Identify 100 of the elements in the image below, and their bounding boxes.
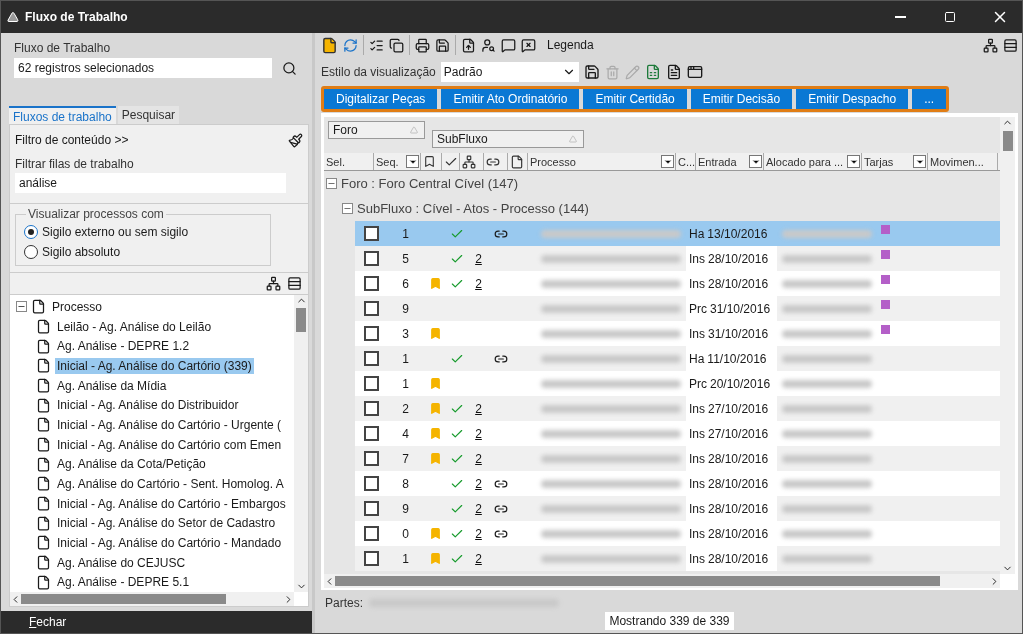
checkbox[interactable] [363,376,379,391]
content-filter-toggle[interactable]: Filtro de conteúdo >> [15,133,129,147]
window-icon[interactable] [686,64,703,80]
checkbox[interactable] [363,301,379,316]
count-link[interactable]: 2 [475,426,482,441]
refresh-icon[interactable] [343,37,358,53]
group-by-chip[interactable]: Foro [328,121,425,139]
column-header[interactable] [460,153,484,170]
scrollbar-thumb[interactable] [1002,131,1013,151]
tab[interactable]: Fluxos de trabalho [9,106,116,124]
column-header[interactable]: Movimen... [928,153,998,170]
hierarchy-icon[interactable] [983,37,998,53]
checkbox[interactable] [363,226,379,241]
horizontal-scrollbar[interactable] [10,592,294,606]
tree-item[interactable]: Inicial - Ag. Análise do Cartório - Mandado [55,534,284,551]
table-row[interactable]: 1 Prc 20/10/2016 [355,371,1000,396]
table-row[interactable]: 9 Prc 31/10/2016 [355,296,1000,321]
action-button[interactable]: Emitir Despacho [796,89,909,109]
checkbox[interactable] [363,476,379,491]
tree-item[interactable]: Inicial - Ag. Análise do Cartório com Emen [55,436,284,453]
expand-toggle[interactable] [342,203,353,214]
action-button[interactable]: ... [912,89,947,109]
scrollbar-thumb[interactable] [335,576,940,586]
filter-dropdown[interactable] [406,155,419,168]
tree-item[interactable]: Ag. Análise da Cota/Petição [55,456,208,473]
tab[interactable]: Pesquisar [117,106,180,124]
tree-item[interactable]: Inicial - Ag. Análise do Cartório (339) [55,357,254,374]
checkbox[interactable] [363,401,379,416]
checkbox[interactable] [363,251,379,266]
checkbox[interactable] [363,426,379,441]
action-button[interactable]: Emitir Certidão [583,89,687,109]
radio-button[interactable] [24,245,38,259]
tree-item[interactable]: Ag. Análise - DEPRE 1.2 [55,338,192,355]
column-header[interactable]: Sel. [324,153,374,170]
checkbox[interactable] [363,351,379,366]
collapse-icon[interactable] [1003,37,1018,53]
filter-dropdown[interactable] [749,155,762,168]
horizontal-scrollbar[interactable] [324,574,1000,588]
close-button[interactable]: Fechar [29,615,67,629]
folder-icon[interactable] [321,36,338,54]
column-header[interactable]: Tarjas [862,153,928,170]
copy-icon[interactable] [389,37,404,53]
column-header[interactable]: Seq. [374,153,421,170]
table-row[interactable]: 1 Ha 13/10/2016 [355,221,1000,246]
brush-icon[interactable] [288,132,303,148]
scrollbar-thumb[interactable] [21,594,226,604]
checkbox[interactable] [363,526,379,541]
expand-toggle[interactable] [326,178,337,189]
tree-item[interactable]: Leilão - Ag. Análise do Leilão [55,318,214,335]
column-header[interactable]: Processo [528,153,676,170]
column-header[interactable]: C... [676,153,696,170]
tree-item[interactable]: Ag. Análise da Mídia [55,377,169,394]
action-button[interactable]: Emitir Ato Ordinatório [441,89,580,109]
count-link[interactable]: 2 [475,526,482,541]
action-button[interactable]: Digitalizar Peças [324,89,438,109]
printer-icon[interactable] [415,37,430,53]
document-icon[interactable] [665,64,682,80]
count-link[interactable]: 2 [475,276,482,291]
file-upload-icon[interactable] [461,37,476,53]
table-row[interactable]: 1 Ha 11/10/2016 [355,346,1000,371]
table-row[interactable]: 4 2 Ins 27/10/2016 [355,421,1000,446]
radio-button[interactable] [24,225,38,239]
hierarchy-icon[interactable] [266,276,281,291]
table-row[interactable]: 9 2 Ins 28/10/2016 [355,496,1000,521]
expand-toggle[interactable] [16,301,27,313]
group-by-chip[interactable]: SubFluxo [432,130,584,148]
action-button[interactable]: Emitir Decisão [690,89,793,109]
queue-filter-field[interactable]: análise [15,173,286,193]
collapse-icon[interactable] [287,276,302,291]
filter-dropdown[interactable] [847,155,860,168]
table-row[interactable]: 2 2 Ins 27/10/2016 [355,396,1000,421]
legend-link[interactable]: Legenda [547,38,594,52]
checklist-icon[interactable] [369,37,384,53]
tree-item[interactable]: Ag. Análise do CEJUSC [55,554,188,571]
tree-item[interactable]: Inicial - Ag. Análise do Setor de Cadastro [55,515,278,532]
table-row[interactable]: 7 2 Ins 28/10/2016 [355,446,1000,471]
filter-dropdown[interactable] [661,155,674,168]
column-header[interactable] [484,153,508,170]
tree-item[interactable]: Inicial - Ag. Análise do Distribuidor [55,397,241,414]
checkbox[interactable] [363,551,379,566]
table-row[interactable]: 0 2 Ins 28/10/2016 [355,521,1000,546]
checkbox[interactable] [363,501,379,516]
vertical-scrollbar[interactable] [1000,117,1015,574]
tree-item[interactable]: Inicial - Ag. Análise do Cartório - Embargos [55,495,288,512]
workflow-field[interactable]: 62 registros selecionados [14,58,272,78]
count-link[interactable]: 2 [475,451,482,466]
tree-item[interactable]: Ag. Análise - DEPRE 5.1 [55,574,192,591]
scrollbar-thumb[interactable] [296,308,306,332]
checkbox[interactable] [363,276,379,291]
column-header[interactable]: Alocado para ... [764,153,862,170]
tree-item[interactable]: Processo [50,298,105,315]
column-header[interactable]: Entrada [696,153,764,170]
count-link[interactable]: 2 [475,251,482,266]
tree-item[interactable]: Inicial - Ag. Análise do Cartório - Urgente ( [55,416,284,433]
checkbox[interactable] [363,326,379,341]
search-icon[interactable] [282,60,297,76]
spreadsheet-icon[interactable] [644,64,661,80]
count-link[interactable]: 2 [475,551,482,566]
table-row[interactable]: 1 2 Ins 28/10/2016 [355,546,1000,571]
save-icon[interactable] [435,37,450,53]
